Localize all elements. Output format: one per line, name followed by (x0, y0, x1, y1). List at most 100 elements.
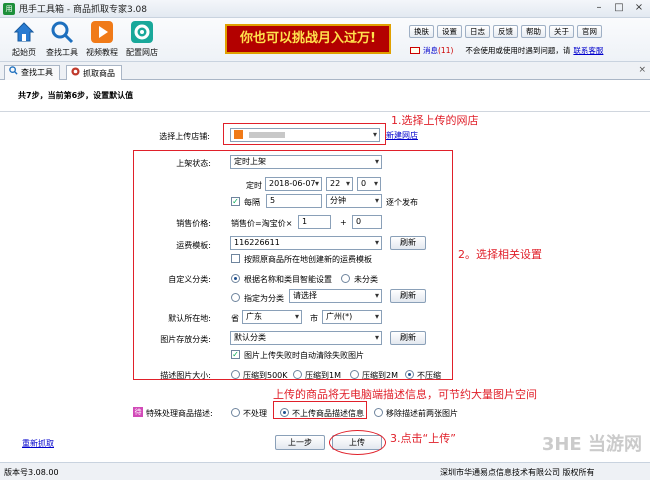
every-input[interactable]: 5 (266, 194, 322, 208)
search-icon (50, 20, 74, 44)
divider (0, 111, 650, 112)
annotation-1: 1.选择上传的网店 (391, 114, 479, 127)
window-title: 甩手工具箱 - 商品抓取专家3.08 (19, 5, 148, 15)
top-button-group: 换肤 设置 日志 反馈 帮助 关于 官网 (409, 25, 602, 38)
city-select[interactable]: 广州(*) (322, 310, 382, 324)
every-checkbox[interactable]: ✓ (231, 197, 240, 206)
timed-label: 定时 (246, 181, 262, 190)
location-label: 默认所在地: (168, 314, 211, 323)
tab-grab-products-label: 抓取商品 (83, 68, 115, 78)
about-button[interactable]: 关于 (549, 25, 574, 38)
home-icon (12, 20, 36, 44)
image-fail-label: 图片上传失败时自动清除失败图片 (244, 351, 364, 360)
compress-500k-radio[interactable] (231, 370, 240, 379)
compress-none-radio[interactable] (405, 370, 414, 379)
image-category-refresh-button[interactable]: 刷新 (390, 331, 426, 345)
price-multiplier-input[interactable]: 1 (298, 215, 331, 229)
every-label: 每隔 (244, 198, 260, 207)
freight-checkbox-label: 按照原商品所在地创建新的运费模板 (244, 255, 372, 264)
settings-icon (130, 20, 154, 44)
timed-date-picker[interactable]: 2018-06-07 (265, 177, 322, 191)
step-indicator: 共7步，当前第6步，设置默认值 (18, 91, 134, 100)
category-select[interactable]: 请选择 (289, 289, 382, 303)
title-bar: 用 甩手工具箱 - 商品抓取专家3.08 – □ × (0, 0, 650, 18)
annotation-ellipse-upload (329, 430, 386, 455)
version-text: 版本号3.08.00 (4, 468, 59, 477)
minimize-button[interactable]: – (592, 2, 606, 14)
category-specify-radio[interactable] (231, 293, 240, 302)
timed-hour-select[interactable]: 22 (326, 177, 353, 191)
close-tab-icon[interactable]: × (638, 65, 646, 75)
compress-1m-label: 压缩到1M (305, 371, 341, 380)
help-button[interactable]: 帮助 (521, 25, 546, 38)
annotation-3: 上传的商品将无电脑端描述信息，可节约大量图片空间 (273, 388, 537, 401)
toolbar-search[interactable]: 查找工具 (40, 20, 84, 58)
settings-button[interactable]: 设置 (437, 25, 462, 38)
new-store-link[interactable]: 新建网店 (386, 130, 418, 141)
website-button[interactable]: 官网 (577, 25, 602, 38)
play-icon (90, 20, 114, 44)
tab-search-tools-label: 查找工具 (21, 68, 53, 77)
contact-support-link[interactable]: 联系客服 (573, 45, 603, 56)
freight-refresh-button[interactable]: 刷新 (390, 236, 426, 250)
listing-label: 上架状态: (176, 159, 211, 168)
price-addend-input[interactable]: 0 (352, 215, 382, 229)
log-button[interactable]: 日志 (465, 25, 490, 38)
app-icon: 用 (3, 2, 15, 15)
toolbar-config-label: 配置网店 (126, 48, 158, 57)
copyright-text: 深圳市华通易点信息技术有限公司 版权所有 (440, 468, 595, 477)
promo-banner[interactable]: 你也可以挑战月入过万! (225, 24, 391, 54)
help-text: 不会使用或使用时遇到问题，请 (465, 46, 571, 55)
price-label: 销售价格: (176, 219, 211, 228)
freight-label: 运费模板: (176, 241, 211, 250)
message-count: (11) (438, 46, 454, 55)
category-refresh-button[interactable]: 刷新 (390, 289, 426, 303)
special-label: 特殊处理商品描述: (146, 409, 213, 418)
toolbar-search-label: 查找工具 (46, 48, 78, 57)
city-label: 市 (310, 314, 318, 323)
toolbar-video-label: 视频教程 (86, 48, 118, 57)
category-label: 自定义分类: (168, 275, 211, 284)
toolbar-video[interactable]: 视频教程 (80, 20, 124, 58)
annotation-box-store (223, 123, 386, 145)
toolbar-config[interactable]: 配置网店 (120, 20, 164, 58)
regrab-link[interactable]: 重新抓取 (22, 438, 54, 449)
every-unit-select[interactable]: 分钟 (326, 194, 382, 208)
every-suffix: 逐个发布 (386, 198, 418, 207)
special-remove-images-label: 移除描述前两张图片 (386, 409, 458, 418)
status-bar: 版本号3.08.00 深圳市华通易点信息技术有限公司 版权所有 (0, 462, 650, 480)
category-none-radio[interactable] (341, 274, 350, 283)
image-category-select[interactable]: 默认分类 (230, 331, 382, 345)
compress-none-label: 不压缩 (417, 371, 441, 380)
price-plus: + (340, 218, 347, 227)
tab-strip: 查找工具 抓取商品 × (0, 62, 650, 81)
message-link[interactable]: 消息(11) (423, 45, 453, 56)
skin-button[interactable]: 换肤 (409, 25, 434, 38)
listing-select[interactable]: 定时上架 (230, 155, 382, 169)
freight-checkbox[interactable] (231, 254, 240, 263)
timed-minute-select[interactable]: 0 (357, 177, 381, 191)
compress-1m-radio[interactable] (293, 370, 302, 379)
province-select[interactable]: 广东 (242, 310, 302, 324)
compress-2m-radio[interactable] (350, 370, 359, 379)
category-smart-radio[interactable] (231, 274, 240, 283)
watermark: 3HE 当游网 (541, 434, 642, 455)
tab-search-tools[interactable]: 查找工具 (4, 65, 60, 80)
special-remove-images-radio[interactable] (374, 408, 383, 417)
maximize-button[interactable]: □ (612, 2, 626, 14)
compress-500k-label: 压缩到500K (243, 371, 288, 380)
feedback-button[interactable]: 反馈 (493, 25, 518, 38)
tab-grab-products[interactable]: 抓取商品 (66, 65, 122, 81)
message-label: 消息 (423, 46, 438, 55)
close-button[interactable]: × (632, 2, 646, 14)
compress-label: 描述图片大小: (160, 371, 211, 380)
category-none-label: 未分类 (354, 275, 378, 284)
freight-select[interactable]: 116226611 (230, 236, 382, 250)
mail-icon (410, 47, 420, 54)
store-label: 选择上传店铺: (159, 132, 210, 141)
main-content: 共7步，当前第6步，设置默认值 选择上传店铺: 新建网店 1.选择上传的网店 2… (0, 80, 650, 462)
grab-icon (71, 66, 80, 81)
prev-step-button[interactable]: 上一步 (275, 435, 325, 450)
image-fail-checkbox[interactable]: ✓ (231, 350, 240, 359)
special-none-radio[interactable] (231, 408, 240, 417)
